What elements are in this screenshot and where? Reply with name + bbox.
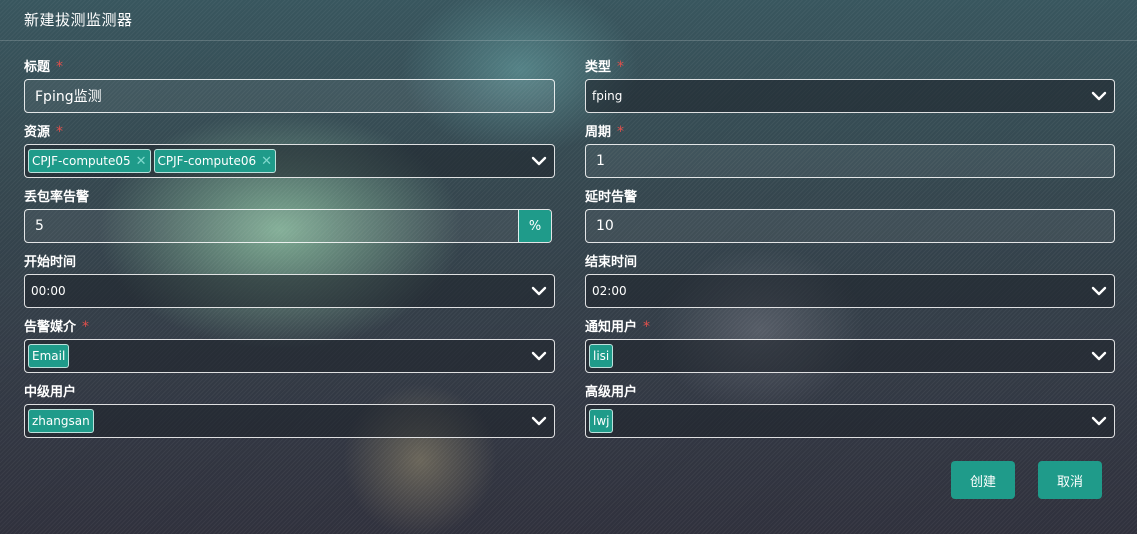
alarm-media-label: 告警媒介 * (24, 316, 89, 335)
period-input[interactable]: 1 (585, 144, 1115, 178)
alarm-media-label-text: 告警媒介 (24, 320, 77, 335)
type-label: 类型 * (585, 56, 624, 75)
dialog-title: 新建拔测监测器 (24, 11, 133, 29)
delay-alarm-value: 10 (596, 218, 614, 234)
start-time-select[interactable]: 00:00 (24, 274, 555, 308)
delay-alarm-label: 延时告警 (585, 186, 637, 205)
resource-tag-label: CPJF-compute05 (32, 154, 131, 168)
loss-alarm-value: 5 (35, 218, 44, 234)
title-input-value: Fping监测 (35, 89, 102, 105)
start-time-label: 开始时间 (24, 251, 76, 270)
start-time-value: 00:00 (31, 284, 66, 298)
resources-select[interactable]: CPJF-compute05 ✕ CPJF-compute06 ✕ (24, 144, 555, 178)
type-label-text: 类型 (585, 60, 612, 75)
chevron-down-icon (530, 283, 548, 299)
loss-alarm-input[interactable]: 5 % (24, 209, 552, 243)
mid-user-tag: zhangsan (28, 409, 94, 433)
mid-users-select[interactable]: zhangsan (24, 404, 555, 438)
end-time-label-text: 结束时间 (585, 255, 638, 270)
alarm-media-select[interactable]: Email (24, 339, 555, 373)
type-select[interactable]: fping (585, 79, 1115, 113)
chevron-down-icon (1090, 283, 1108, 299)
close-icon[interactable]: ✕ (136, 154, 147, 169)
resources-label: 资源 * (24, 121, 63, 140)
required-mark: * (56, 59, 64, 75)
senior-users-label-text: 高级用户 (585, 385, 638, 400)
senior-user-tag: lwj (589, 409, 614, 433)
close-icon[interactable]: ✕ (261, 154, 272, 169)
chevron-down-icon (530, 348, 548, 364)
chevron-down-icon (1090, 88, 1108, 104)
loss-alarm-label: 丢包率告警 (24, 186, 89, 205)
delay-alarm-input[interactable]: 10 (585, 209, 1115, 243)
chevron-down-icon (1090, 348, 1108, 364)
required-mark: * (82, 319, 90, 335)
period-label: 周期 * (585, 121, 624, 140)
end-time-label: 结束时间 (585, 251, 637, 270)
notify-users-label: 通知用户 * (585, 316, 650, 335)
delay-alarm-label-text: 延时告警 (585, 190, 638, 205)
notify-users-label-text: 通知用户 (585, 320, 638, 335)
resources-label-text: 资源 (24, 125, 51, 140)
cancel-button[interactable]: 取消 (1038, 461, 1102, 499)
mid-users-label-text: 中级用户 (24, 385, 77, 400)
resource-tag-label: CPJF-compute06 (157, 154, 257, 168)
chevron-down-icon (530, 153, 548, 169)
start-time-label-text: 开始时间 (24, 255, 77, 270)
percent-addon: % (518, 210, 551, 242)
create-button[interactable]: 创建 (951, 461, 1015, 499)
title-input[interactable]: Fping监测 (24, 79, 555, 113)
chevron-down-icon (1090, 413, 1108, 429)
end-time-select[interactable]: 02:00 (585, 274, 1115, 308)
period-input-value: 1 (596, 153, 605, 169)
senior-users-select[interactable]: lwj (585, 404, 1115, 438)
title-label: 标题 * (24, 56, 63, 75)
type-select-value: fping (592, 89, 623, 103)
notify-user-tag: lisi (589, 344, 614, 368)
loss-alarm-label-text: 丢包率告警 (24, 190, 90, 205)
resource-tag: CPJF-compute06 ✕ (153, 149, 277, 173)
required-mark: * (56, 124, 64, 140)
required-mark: * (617, 124, 625, 140)
required-mark: * (643, 319, 651, 335)
title-divider (0, 40, 1137, 41)
end-time-value: 02:00 (592, 284, 627, 298)
chevron-down-icon (530, 413, 548, 429)
period-label-text: 周期 (585, 125, 612, 140)
notify-users-select[interactable]: lisi (585, 339, 1115, 373)
resource-tag: CPJF-compute05 ✕ (28, 149, 151, 173)
required-mark: * (617, 59, 625, 75)
alarm-media-tag: Email (28, 344, 70, 368)
senior-users-label: 高级用户 (585, 381, 637, 400)
title-label-text: 标题 (24, 60, 51, 75)
mid-users-label: 中级用户 (24, 381, 76, 400)
